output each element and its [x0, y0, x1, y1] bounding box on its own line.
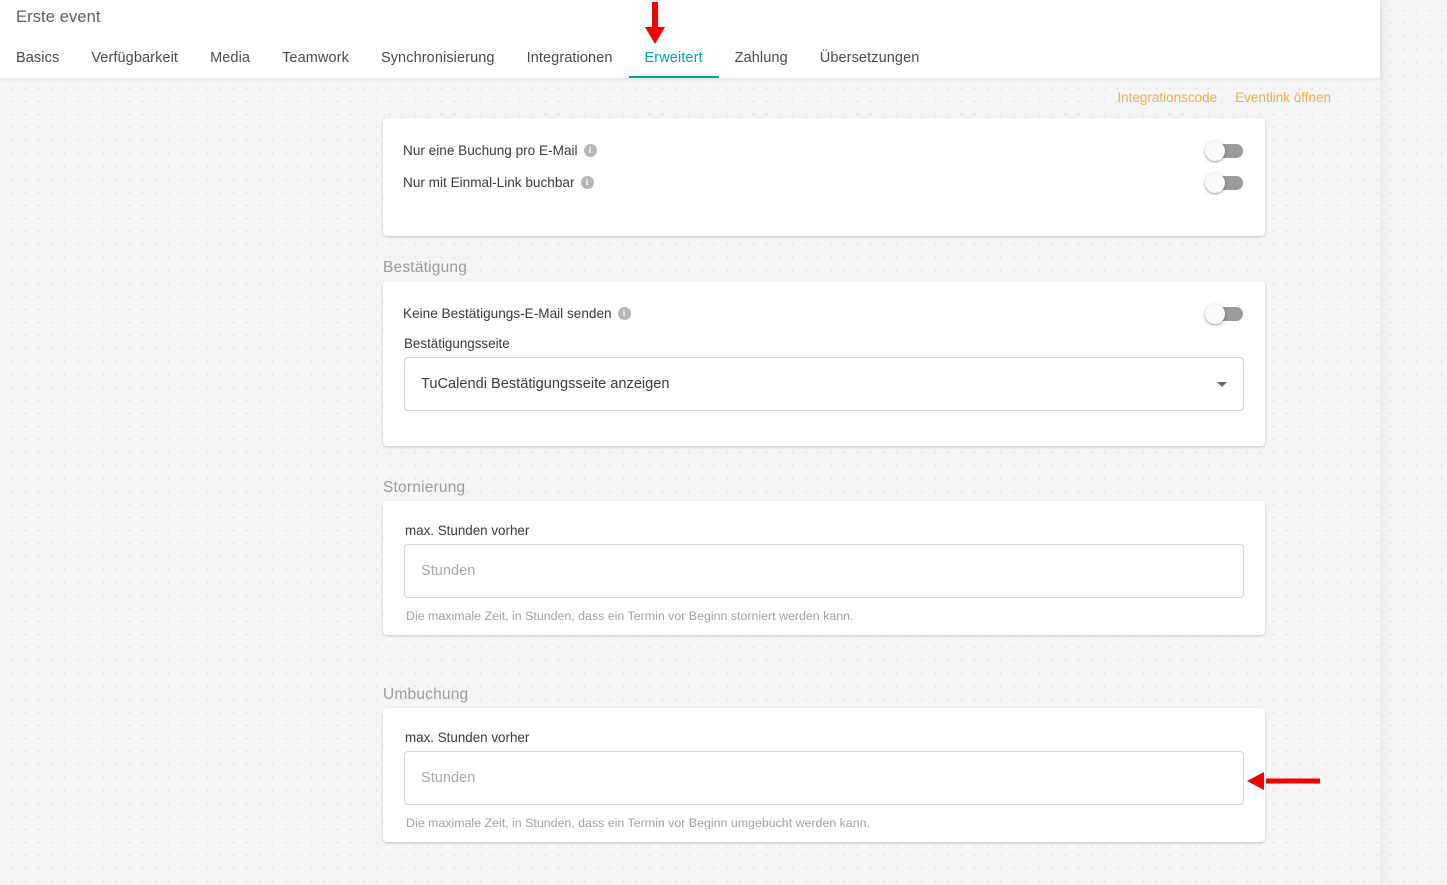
- bestaetigungsseite-selected-value: TuCalendi Bestätigungsseite anzeigen: [421, 376, 670, 392]
- one-booking-per-email-toggle[interactable]: [1205, 140, 1243, 161]
- section-label-umbuchung: Umbuchung: [383, 686, 469, 703]
- tab-zahlung[interactable]: Zahlung: [719, 38, 804, 78]
- section-label-stornierung: Stornierung: [383, 479, 466, 496]
- no-confirmation-email-label: Keine Bestätigungs-E-Mail senden i: [403, 306, 631, 321]
- tab-verfuegbarkeit[interactable]: Verfügbarkeit: [75, 38, 194, 78]
- cancellation-card: max. Stunden vorher Die maximale Zeit, i…: [383, 501, 1265, 635]
- tab-media[interactable]: Media: [194, 38, 266, 78]
- tab-uebersetzungen[interactable]: Übersetzungen: [804, 38, 936, 78]
- rebooking-hours-input[interactable]: [404, 751, 1244, 805]
- booking-options-card: Nur eine Buchung pro E-Mail i Nur mit Ei…: [383, 118, 1265, 236]
- no-confirmation-email-text: Keine Bestätigungs-E-Mail senden: [403, 306, 612, 321]
- page-background: Erste event Basics Verfügbarkeit Media T…: [0, 0, 1447, 885]
- chevron-down-icon: [1217, 381, 1227, 387]
- rebooking-card: max. Stunden vorher Die maximale Zeit, i…: [383, 708, 1265, 842]
- tab-bar: Basics Verfügbarkeit Media Teamwork Sync…: [0, 38, 935, 78]
- row-single-link-only: Nur mit Einmal-Link buchbar i: [403, 172, 1243, 193]
- tab-teamwork[interactable]: Teamwork: [266, 38, 365, 78]
- row-one-booking-per-email: Nur eine Buchung pro E-Mail i: [403, 140, 1243, 161]
- one-booking-per-email-label: Nur eine Buchung pro E-Mail i: [403, 143, 597, 158]
- toggle-knob: [1205, 303, 1225, 324]
- tab-integrationen[interactable]: Integrationen: [511, 38, 629, 78]
- tab-basics[interactable]: Basics: [0, 38, 75, 78]
- confirmation-card: Keine Bestätigungs-E-Mail senden i Bestä…: [383, 281, 1265, 446]
- toggle-knob: [1205, 172, 1225, 193]
- section-label-bestaetigung: Bestätigung: [383, 259, 468, 276]
- app-header: Erste event Basics Verfügbarkeit Media T…: [0, 0, 1380, 78]
- rebooking-hint: Die maximale Zeit, in Stunden, dass ein …: [406, 816, 870, 830]
- integrationscode-link[interactable]: Integrationscode: [1117, 90, 1217, 105]
- content-area: Integrationscode Eventlink öffnen Nur ei…: [0, 78, 1380, 885]
- rebooking-hours-label: max. Stunden vorher: [405, 730, 530, 745]
- cancellation-hint: Die maximale Zeit, in Stunden, dass ein …: [406, 609, 854, 623]
- bestaetigungsseite-label: Bestätigungsseite: [404, 336, 510, 351]
- cancellation-hours-input[interactable]: [404, 544, 1244, 598]
- tab-erweitert[interactable]: Erweitert: [628, 38, 719, 78]
- toggle-knob: [1205, 140, 1225, 161]
- info-icon[interactable]: i: [583, 144, 597, 157]
- page-title: Erste event: [16, 8, 101, 26]
- row-no-confirmation-email: Keine Bestätigungs-E-Mail senden i: [403, 303, 1243, 324]
- eventlink-oeffnen-link[interactable]: Eventlink öffnen: [1235, 90, 1331, 105]
- single-link-only-toggle[interactable]: [1205, 172, 1243, 193]
- one-booking-per-email-text: Nur eine Buchung pro E-Mail: [403, 143, 578, 158]
- top-links: Integrationscode Eventlink öffnen: [1117, 90, 1331, 105]
- cancellation-hours-label: max. Stunden vorher: [405, 523, 530, 538]
- right-pane-shadow: [1380, 0, 1447, 885]
- no-confirmation-email-toggle[interactable]: [1205, 303, 1243, 324]
- single-link-only-label: Nur mit Einmal-Link buchbar i: [403, 175, 594, 190]
- bestaetigungsseite-select[interactable]: TuCalendi Bestätigungsseite anzeigen: [404, 357, 1244, 411]
- info-icon[interactable]: i: [617, 307, 631, 320]
- single-link-only-text: Nur mit Einmal-Link buchbar: [403, 175, 575, 190]
- tab-synchronisierung[interactable]: Synchronisierung: [365, 38, 511, 78]
- info-icon[interactable]: i: [580, 176, 594, 189]
